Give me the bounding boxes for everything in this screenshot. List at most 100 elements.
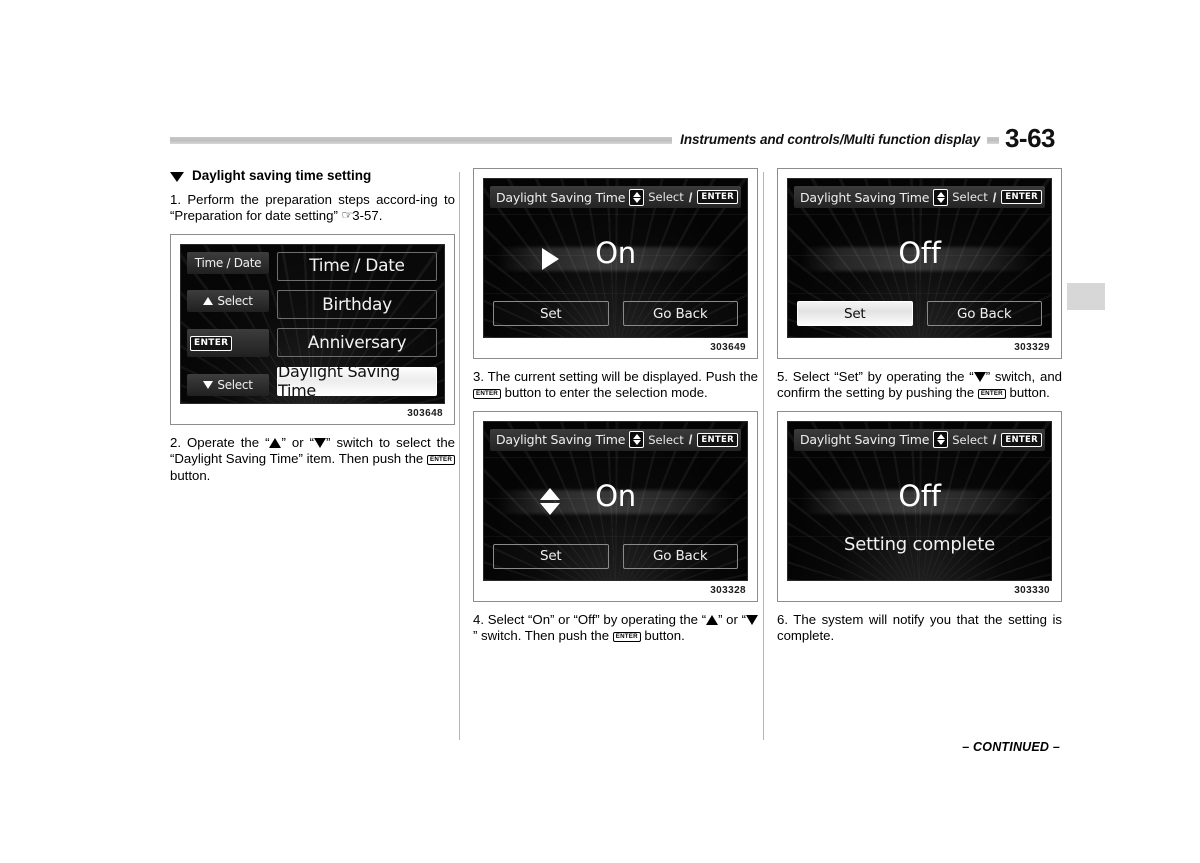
select-label: Select — [952, 432, 988, 447]
set-button[interactable]: Set — [797, 301, 913, 326]
column-right: Daylight Saving Time Select / ENTER Off … — [777, 168, 1062, 754]
select-label: Select — [648, 432, 684, 447]
mfd-screen-on-selecting: Daylight Saving Time Select / ENTER On S… — [483, 420, 748, 581]
triangle-up-icon — [203, 297, 214, 306]
go-back-button[interactable]: Go Back — [622, 301, 738, 326]
value-text: Off — [898, 236, 941, 270]
page-header: Instruments and controls/Multi function … — [170, 123, 1056, 162]
step-3-text: 3. The current setting will be displayed… — [473, 369, 758, 402]
screen-titlebar: Daylight Saving Time Select / ENTER — [794, 186, 1045, 208]
value-text: Off — [898, 478, 941, 513]
step-5-p3: button. — [1005, 385, 1050, 401]
slash-separator: / — [688, 189, 693, 205]
triangle-up-icon — [706, 614, 719, 625]
pointing-hand-icon: ☞ — [340, 208, 354, 223]
menu-item-label: Birthday — [322, 294, 392, 315]
select-label: Select — [648, 190, 684, 204]
legend-select-down: Select — [187, 373, 269, 396]
section-heading: Daylight saving time setting — [170, 168, 455, 183]
legend-select-up: Select — [187, 290, 269, 313]
step-6-text: 6. The system will notify you that the s… — [777, 611, 1062, 644]
set-button[interactable]: Set — [493, 543, 609, 569]
triangle-down-icon — [170, 171, 184, 182]
go-back-button[interactable]: Go Back — [622, 543, 738, 569]
page-number: 3-63 — [998, 123, 1056, 154]
figure-menu: Time / Date Select ENTER Select Time / D… — [170, 233, 455, 425]
menu-item-daylight-saving-time[interactable]: Daylight Saving Time — [277, 362, 437, 400]
value-row: Off — [794, 236, 1045, 279]
step-2-p1: 2. Operate the “ — [170, 434, 270, 450]
select-label: Select — [952, 190, 988, 204]
value-row: Off — [794, 478, 1045, 522]
step-4-p2: ” or “ — [718, 611, 746, 627]
figure-id: 303648 — [407, 407, 443, 419]
value-text: On — [595, 236, 636, 270]
set-button[interactable]: Set — [493, 301, 609, 326]
menu-left-legend: Time / Date Select ENTER Select — [181, 245, 274, 403]
slash-separator: / — [688, 432, 693, 448]
column-divider-1 — [459, 172, 460, 740]
chapter-edge-tab — [1067, 283, 1105, 310]
screen-button-row: Set Go Back — [493, 543, 738, 569]
screen-titlebar: Daylight Saving Time Select / ENTER — [490, 428, 741, 451]
menu-item-label: Time / Date — [309, 256, 405, 277]
column-middle: Daylight Saving Time Select / ENTER On S… — [473, 168, 758, 654]
enter-button-icon: ENTER — [612, 632, 641, 643]
screen-titlebar: Daylight Saving Time Select / ENTER — [794, 428, 1045, 451]
column-left: Daylight saving time setting 1. Perform … — [170, 168, 455, 493]
screen-titlebar: Daylight Saving Time Select / ENTER — [490, 186, 741, 208]
step-1-text: 1. Perform the preparation steps accord-… — [170, 192, 455, 225]
legend-select-down-label: Select — [217, 377, 253, 392]
menu-item-time-date[interactable]: Time / Date — [277, 251, 437, 281]
figure-on-selecting: Daylight Saving Time Select / ENTER On S… — [473, 410, 758, 602]
slash-separator: / — [992, 432, 997, 448]
step-4-p1: 4. Select “On” or “Off” by operating the… — [473, 611, 707, 627]
triangle-down-icon — [314, 437, 327, 448]
screen-button-row: Set Go Back — [493, 301, 738, 326]
menu-item-label: Daylight Saving Time — [278, 362, 400, 401]
menu-item-list: Time / Date Birthday Anniversary Dayligh… — [274, 245, 444, 403]
screen-title: Daylight Saving Time — [496, 189, 626, 205]
setting-complete-message: Setting complete — [843, 533, 996, 555]
figure-off-complete: Daylight Saving Time Select / ENTER Off … — [777, 410, 1062, 602]
mfd-menu-screen: Time / Date Select ENTER Select Time / D… — [180, 243, 445, 404]
mfd-screen-on-current: Daylight Saving Time Select / ENTER On S… — [483, 178, 748, 338]
enter-button-icon: ENTER — [427, 455, 455, 466]
enter-chip-icon: ENTER — [190, 335, 233, 351]
menu-item-anniversary[interactable]: Anniversary — [277, 328, 437, 358]
legend-time-date-label: Time / Date — [194, 255, 262, 270]
step-3-p2: button to enter the selection mode. — [500, 385, 708, 401]
mfd-screen-off-set: Daylight Saving Time Select / ENTER Off … — [787, 178, 1052, 338]
legend-select-up-label: Select — [217, 294, 253, 309]
step-2-p4: button. — [170, 467, 211, 483]
enter-chip-icon: ENTER — [1001, 190, 1042, 204]
step-5-text: 5. Select “Set” by operating the “” swit… — [777, 369, 1062, 402]
figure-id: 303649 — [710, 342, 746, 353]
menu-item-label: Anniversary — [307, 332, 407, 353]
value-row: On — [490, 478, 741, 522]
screen-title: Daylight Saving Time — [496, 432, 626, 448]
enter-chip-icon: ENTER — [697, 190, 738, 204]
enter-button-icon: ENTER — [977, 389, 1006, 400]
up-down-arrows-icon — [933, 431, 949, 449]
go-back-button[interactable]: Go Back — [926, 301, 1042, 326]
enter-chip-icon: ENTER — [1001, 432, 1042, 447]
figure-id: 303329 — [1014, 342, 1050, 353]
step-5-p1: 5. Select “Set” by operating the “ — [777, 369, 974, 384]
triangle-down-icon — [973, 372, 986, 382]
step-4-p3: ” switch. Then push the — [473, 628, 613, 644]
up-down-arrows-icon — [629, 188, 645, 206]
section-heading-label: Daylight saving time setting — [192, 168, 372, 183]
menu-item-birthday[interactable]: Birthday — [277, 290, 437, 320]
enter-button-icon: ENTER — [473, 389, 501, 400]
figure-on-current: Daylight Saving Time Select / ENTER On S… — [473, 168, 758, 359]
value-text: On — [595, 478, 636, 513]
enter-chip-icon: ENTER — [697, 432, 738, 447]
column-divider-2 — [763, 172, 764, 740]
legend-time-date: Time / Date — [187, 251, 269, 274]
slash-separator: / — [992, 189, 997, 205]
mfd-screen-off-complete: Daylight Saving Time Select / ENTER Off … — [787, 420, 1052, 581]
step-2-text: 2. Operate the “” or “” switch to select… — [170, 435, 455, 484]
figure-id: 303328 — [710, 584, 746, 596]
step-3-p1: 3. The current setting will be displayed… — [473, 369, 758, 384]
